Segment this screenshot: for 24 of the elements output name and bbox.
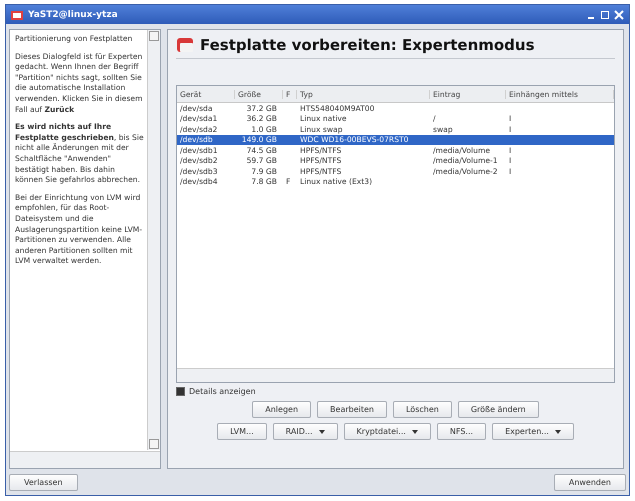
quit-button[interactable]: Verlassen — [9, 474, 78, 491]
action-button[interactable]: Löschen — [392, 401, 452, 418]
caret-icon — [554, 430, 561, 434]
caret-icon — [318, 430, 325, 434]
action-button[interactable]: LVM... — [217, 423, 267, 440]
apply-button[interactable]: Anwenden — [554, 474, 626, 491]
action-button[interactable]: Bearbeiten — [317, 401, 387, 418]
checkbox[interactable] — [176, 387, 185, 396]
scrollbar[interactable] — [177, 368, 614, 382]
menu-button[interactable]: RAID... — [272, 423, 338, 440]
caret-icon — [412, 430, 418, 434]
checkbox-label: Details anzeigen — [189, 387, 256, 396]
close-icon[interactable] — [614, 10, 624, 20]
menu-button[interactable]: Kryptdatei... — [344, 423, 431, 440]
window-title: YaST2@linux-ytza — [28, 10, 118, 20]
scrollbar[interactable] — [10, 451, 160, 468]
action-button[interactable]: Größe ändern — [458, 401, 539, 418]
maximize-icon[interactable] — [600, 10, 610, 20]
menu-button[interactable]: Experten... — [492, 423, 574, 440]
action-button[interactable]: Anlegen — [252, 401, 312, 418]
app-icon — [11, 10, 23, 20]
scrollbar[interactable] — [147, 30, 160, 450]
page-heading: Festplatte vorbereiten: Expertenmodus — [200, 36, 535, 54]
action-button[interactable]: NFS... — [436, 423, 486, 440]
